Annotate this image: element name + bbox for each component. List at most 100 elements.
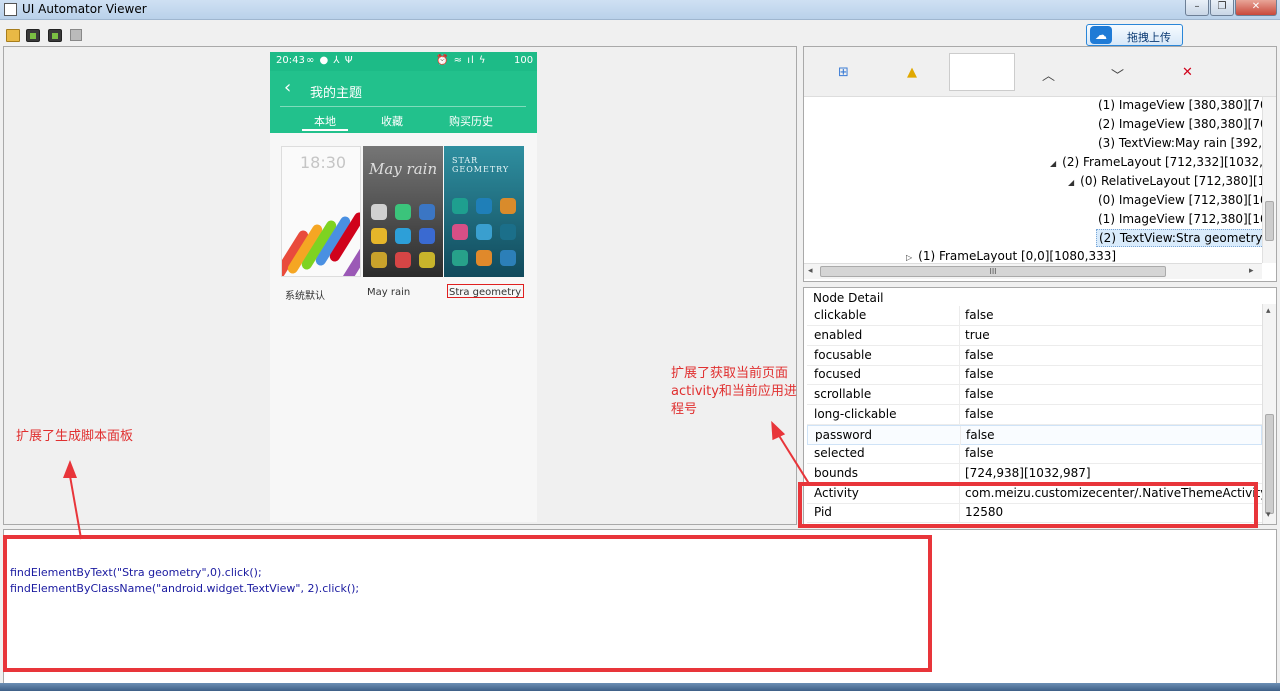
open-folder-icon[interactable] [6,29,20,42]
property-row[interactable]: clickable false [807,306,1262,326]
tree-node[interactable]: (0) ImageView [712,380][1032 [1098,192,1262,210]
app-icon-preview [500,250,516,266]
scroll-up-icon[interactable]: ▴ [1266,306,1271,316]
device-screen[interactable]: 20:43 ∞ ● ⅄ Ψ ⏰ ≈ ıl ϟ 100 ‹ 我的主题 本地 收藏 … [270,52,537,522]
property-key: selected [814,446,865,460]
tree-toolbar: ⊞ ▲ ︿ ﹀ ✕ [804,47,1276,97]
maximize-button[interactable]: ❐ [1210,0,1234,16]
theme-card-default[interactable]: 18:30 [281,146,361,277]
property-value: false [966,428,995,442]
property-value: false [965,308,994,322]
property-row[interactable]: password false [807,425,1262,445]
tree-vertical-scrollbar[interactable] [1262,97,1276,263]
tree-node[interactable]: ◢ (2) FrameLayout [712,332][1032,987] [1050,154,1262,172]
tree-expand-icon[interactable]: ◢ [1068,178,1074,187]
property-key: long-clickable [814,407,897,421]
device-screenshot-icon[interactable] [26,29,40,42]
app-icon-preview [452,198,468,214]
property-key: focusable [814,348,872,362]
tree-node-label: (0) ImageView [712,380][1032 [1098,193,1262,207]
node-detail-title: Node Detail [813,291,884,305]
scrollbar-thumb[interactable] [1265,414,1274,514]
app-icon-preview [395,204,411,220]
property-row[interactable]: bounds [724,938][1032,987] [807,464,1262,484]
next-result-icon[interactable]: ﹀ [1111,65,1124,84]
scroll-right-icon[interactable]: ▸ [1249,266,1254,276]
tree-node-label: (0) RelativeLayout [712,380][1032 [1080,174,1262,188]
previous-result-icon[interactable]: ︿ [1042,65,1055,84]
scrollbar-thumb[interactable]: III [820,266,1166,277]
tree-node-label: (2) ImageView [380,380][700,9 [1098,117,1262,131]
tree-node[interactable]: (2) ImageView [380,380][700,9 [1098,116,1262,134]
app-icon-preview [500,224,516,240]
tree-node-label: (1) FrameLayout [0,0][1080,333] [918,249,1117,263]
tree-node-selected[interactable]: (2) TextView:Stra geometry [7 [1096,229,1262,247]
device-screenshot-compressed-icon[interactable] [48,29,62,42]
tree-node[interactable]: ▷ (1) FrameLayout [0,0][1080,333] [906,248,1116,263]
page-title: 我的主题 [310,86,363,101]
theme-preview-title: STAR GEOMETRY [452,156,510,174]
status-icons-right: ⏰ ≈ ıl ϟ [436,55,487,66]
annotation-script-panel: 扩展了生成脚本面板 [16,429,134,444]
screenshot-panel[interactable]: 20:43 ∞ ● ⅄ Ψ ⏰ ≈ ıl ϟ 100 ‹ 我的主题 本地 收藏 … [3,46,797,525]
app-icon-preview [419,204,435,220]
tree-node[interactable]: ◢ (0) RelativeLayout [712,380][1032 [1068,173,1262,191]
property-row[interactable]: selected false [807,444,1262,464]
tree-search-input[interactable] [949,53,1015,91]
app-icon-preview [452,224,468,240]
activity-highlight-box [798,482,1258,528]
drag-upload-label: 拖拽上传 [1127,31,1171,44]
tree-node-label: (1) ImageView [380,380][700,9 [1098,98,1262,112]
battery-level: 100 [514,55,534,66]
save-icon[interactable] [70,29,82,41]
tree-horizontal-scrollbar[interactable]: ◂ III ▸ [804,263,1262,279]
clear-search-icon[interactable]: ✕ [1182,65,1193,80]
tree-node[interactable]: (1) ImageView [380,380][700,9 [1098,97,1262,115]
warning-icon[interactable]: ▲ [907,65,917,80]
property-value: false [965,387,994,401]
app-icon-preview [371,228,387,244]
close-button[interactable]: ✕ [1235,0,1277,16]
minimize-button[interactable]: – [1185,0,1209,16]
hierarchy-tree-panel: ⊞ ▲ ︿ ﹀ ✕ (1) ImageView [380,380][700,9 … [803,46,1277,282]
app-icon-preview [395,228,411,244]
expand-all-icon[interactable]: ⊞ [838,65,849,80]
status-icons-left: ∞ ● ⅄ Ψ [306,55,354,66]
app-icon-preview [476,224,492,240]
property-value: false [965,367,994,381]
detail-vertical-scrollbar[interactable]: ▴ ▾ [1262,304,1276,524]
property-key: focused [814,367,862,381]
back-arrow-icon[interactable]: ‹ [284,77,291,98]
property-value: false [965,348,994,362]
property-value: false [965,446,994,460]
tab-favorites[interactable]: 收藏 [381,113,403,129]
app-icon-preview [476,250,492,266]
tab-purchase-history[interactable]: 购买历史 [449,113,493,129]
property-row[interactable]: focused false [807,365,1262,385]
property-row[interactable]: focusable false [807,346,1262,366]
property-key: scrollable [814,387,872,401]
theme-card-stra-geometry[interactable]: STAR GEOMETRY [444,146,524,277]
drag-upload-button[interactable]: ☁ 拖拽上传 [1086,24,1183,46]
scroll-left-icon[interactable]: ◂ [808,266,813,276]
tab-local[interactable]: 本地 [302,113,348,131]
app-icon-preview [500,198,516,214]
tree-node[interactable]: (3) TextView:May rain [392,93 [1098,135,1262,153]
scroll-down-icon[interactable]: ▾ [1266,510,1271,520]
cloud-upload-icon: ☁ [1090,26,1112,44]
theme-card-may-rain[interactable]: May rain [363,146,443,277]
window-title: UI Automator Viewer [22,2,147,16]
theme-caption-default: 系统默认 [285,291,325,302]
theme-caption-may-rain: May rain [367,287,411,298]
annotation-activity-line3: 程号 [671,402,698,417]
tree-expand-icon[interactable]: ◢ [1050,159,1056,168]
scrollbar-thumb[interactable] [1265,201,1274,241]
property-row[interactable]: long-clickable false [807,405,1262,425]
app-icon-preview [395,252,411,268]
annotation-activity-line1: 扩展了获取当前页面 [671,366,789,381]
tree-collapse-icon[interactable]: ▷ [906,253,912,262]
selected-node-highlight [447,284,524,298]
property-row[interactable]: scrollable false [807,385,1262,405]
property-row[interactable]: enabled true [807,326,1262,346]
tree-node[interactable]: (1) ImageView [712,380][1032 [1098,211,1262,229]
